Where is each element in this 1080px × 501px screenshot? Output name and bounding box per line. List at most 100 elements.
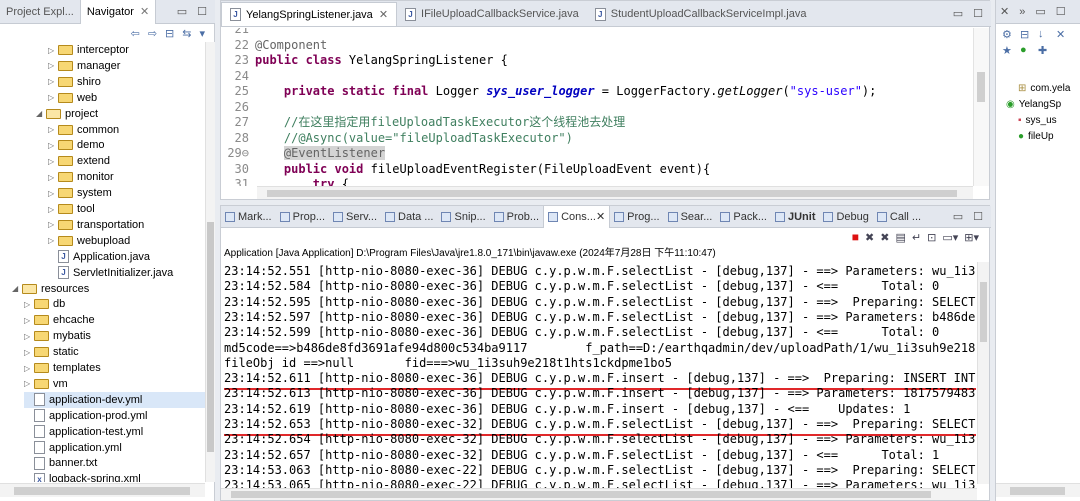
tab-project-explorer[interactable]: Project Expl... [0,0,80,24]
tree-item[interactable]: J Application.java [48,249,205,265]
tab-navigator[interactable]: Navigator ✕ [79,0,157,24]
view-menu-icon[interactable]: ▾ [199,27,205,40]
expand-closed-icon[interactable]: ▷ [48,125,58,134]
filter-icon[interactable]: ⚙ [1002,28,1012,41]
hide-local-types-icon[interactable]: ✚ [1038,44,1047,57]
tree-item[interactable]: ▷ tool [48,201,205,217]
horizontal-scrollbar[interactable] [221,488,977,500]
maximize-icon[interactable]: ☐ [1056,5,1066,18]
tree-item[interactable]: J ServletInitializer.java [48,265,205,281]
back-icon[interactable]: ⇦ [131,27,140,40]
tree-item[interactable]: ▷ manager [48,58,205,74]
view-menu-icon[interactable]: » [1019,6,1025,18]
sort-icon[interactable]: ↓ [1038,28,1044,40]
expand-closed-icon[interactable]: ▷ [48,173,58,182]
scroll-lock-icon[interactable]: ▤ [895,231,905,244]
expand-closed-icon[interactable]: ▷ [24,364,34,373]
tree-item[interactable]: ▷ templates [24,360,205,376]
tree-item[interactable]: application-test.yml [24,424,205,440]
bottom-tab[interactable]: Serv... [329,206,381,228]
close-icon[interactable]: ✕ [596,210,605,223]
expand-closed-icon[interactable]: ▷ [24,348,34,357]
close-icon[interactable]: ✕ [1000,5,1009,18]
expand-closed-icon[interactable]: ▷ [48,189,58,198]
terminate-icon[interactable]: ■ [852,230,859,244]
remove-all-icon[interactable]: ✖ [880,231,889,244]
hide-nonpublic-icon[interactable]: ● [1020,44,1027,56]
tree-item[interactable]: ◢ resources [12,281,205,297]
bottom-tab[interactable]: Mark... [221,206,276,228]
tree-item[interactable]: ▷ transportation [48,217,205,233]
tree-item[interactable]: x logback-spring.xml [24,471,205,482]
tree-item[interactable]: ▷ shiro [48,74,205,90]
expand-open-icon[interactable]: ◢ [36,109,46,118]
minimize-icon[interactable]: ▭ [177,5,187,18]
tree-item[interactable]: banner.txt [24,455,205,471]
expand-closed-icon[interactable]: ▷ [24,300,34,309]
expand-closed-icon[interactable]: ▷ [48,77,58,86]
bottom-tab[interactable]: Prop... [276,206,329,228]
word-wrap-icon[interactable]: ↵ [912,231,921,244]
display-console-icon[interactable]: ▭▾ [942,231,958,244]
pin-console-icon[interactable]: ⊡ [927,231,936,244]
tree-item[interactable]: ▷ webupload [48,233,205,249]
vertical-scrollbar[interactable] [977,262,989,484]
outline-item[interactable]: ⊞ com.yela [1018,80,1070,96]
expand-closed-icon[interactable]: ▷ [48,220,58,229]
horizontal-scrollbar[interactable] [257,186,973,199]
expand-closed-icon[interactable]: ▷ [48,205,58,214]
close-icon[interactable]: ✕ [140,5,149,18]
tree-item[interactable]: ▷ db [24,296,205,312]
outline-item[interactable]: ◉ YelangSp [1006,96,1061,112]
tab-ifile-upload-callback-service[interactable]: J IFileUploadCallbackService.java [397,2,587,26]
expand-open-icon[interactable]: ◢ [12,284,22,293]
tree-item[interactable]: ▷ static [24,344,205,360]
console-output[interactable]: 23:14:52.551 [http-nio-8080-exec-36] DEB… [224,262,976,496]
tree-item[interactable]: ▷ mybatis [24,328,205,344]
hide-fields-icon[interactable]: ✕ [1056,28,1065,41]
tab-yelang-spring-listener[interactable]: J YelangSpringListener.java ✕ [221,2,398,26]
forward-icon[interactable]: ⇨ [148,27,157,40]
bottom-tab[interactable]: Sear... [664,206,717,228]
tree-item[interactable]: application-prod.yml [24,408,205,424]
tree-item[interactable]: ▷ vm [24,376,205,392]
expand-closed-icon[interactable]: ▷ [48,236,58,245]
bottom-tab[interactable]: Prob... [490,206,543,228]
bottom-tab[interactable]: Debug [819,206,872,228]
bottom-tab[interactable]: Call ... [873,206,925,228]
expand-closed-icon[interactable]: ▷ [48,141,58,150]
minimize-icon[interactable]: ▭ [953,7,963,20]
tree-item[interactable]: application.yml [24,440,205,456]
expand-closed-icon[interactable]: ▷ [48,46,58,55]
vertical-scrollbar[interactable] [205,42,215,482]
tree-item[interactable]: ▷ system [48,185,205,201]
expand-closed-icon[interactable]: ▷ [24,379,34,388]
bottom-tab[interactable]: JUnit [771,206,820,228]
remove-launch-icon[interactable]: ✖ [865,231,874,244]
minimize-icon[interactable]: ▭ [1035,5,1045,18]
tree-item[interactable]: ▷ monitor [48,169,205,185]
link-editor-icon[interactable]: ⇆ [182,27,191,40]
tree-item[interactable]: ▷ common [48,122,205,138]
bottom-tab[interactable]: Prog... [610,206,663,228]
collapse-icon[interactable]: ⊟ [1020,28,1029,41]
tab-student-upload-callback-service-impl[interactable]: J StudentUploadCallbackServiceImpl.java [587,2,815,26]
expand-closed-icon[interactable]: ▷ [24,316,34,325]
expand-closed-icon[interactable]: ▷ [48,93,58,102]
bottom-tab[interactable]: Snip... [437,206,489,228]
bottom-tab[interactable]: Cons... ✕ [543,205,611,228]
vertical-scrollbar[interactable] [973,28,989,186]
maximize-icon[interactable]: ☐ [197,5,207,18]
horizontal-scrollbar[interactable] [996,483,1080,497]
tree-item[interactable]: ▷ demo [48,137,205,153]
expand-closed-icon[interactable]: ▷ [48,61,58,70]
open-console-icon[interactable]: ⊞▾ [964,231,979,244]
maximize-icon[interactable]: ☐ [973,210,983,223]
horizontal-scrollbar[interactable] [0,483,205,497]
close-icon[interactable]: ✕ [379,8,388,21]
outline-item[interactable]: ● fileUp [1018,128,1054,144]
tree-item[interactable]: ▷ extend [48,153,205,169]
outline-item[interactable]: ▪ sys_us [1018,112,1057,128]
tree-item[interactable]: application-dev.yml [24,391,205,408]
tree-item[interactable]: ▷ web [48,90,205,106]
